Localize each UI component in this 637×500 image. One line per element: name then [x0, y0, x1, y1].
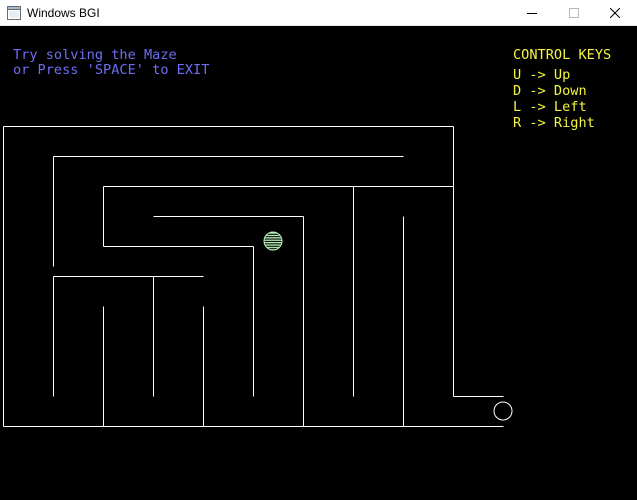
minimize-button[interactable] — [509, 0, 555, 26]
close-icon — [610, 8, 620, 18]
title-bar[interactable]: Windows BGI — [0, 0, 637, 26]
minimize-icon — [527, 13, 537, 14]
maze-walls — [3, 126, 504, 427]
circle-goal-icon — [493, 401, 513, 421]
hatched-ball-icon — [263, 231, 283, 251]
maximize-button[interactable] — [551, 0, 597, 26]
maze — [3, 126, 513, 427]
close-button[interactable] — [592, 0, 637, 26]
bgi-window: Windows BGI Try solving the Maze or Pres… — [0, 0, 637, 500]
bgi-window-icon — [7, 6, 21, 20]
game-canvas[interactable]: Try solving the Maze or Press 'SPACE' to… — [0, 26, 637, 500]
maximize-icon — [569, 8, 579, 18]
window-title: Windows BGI — [27, 6, 100, 20]
